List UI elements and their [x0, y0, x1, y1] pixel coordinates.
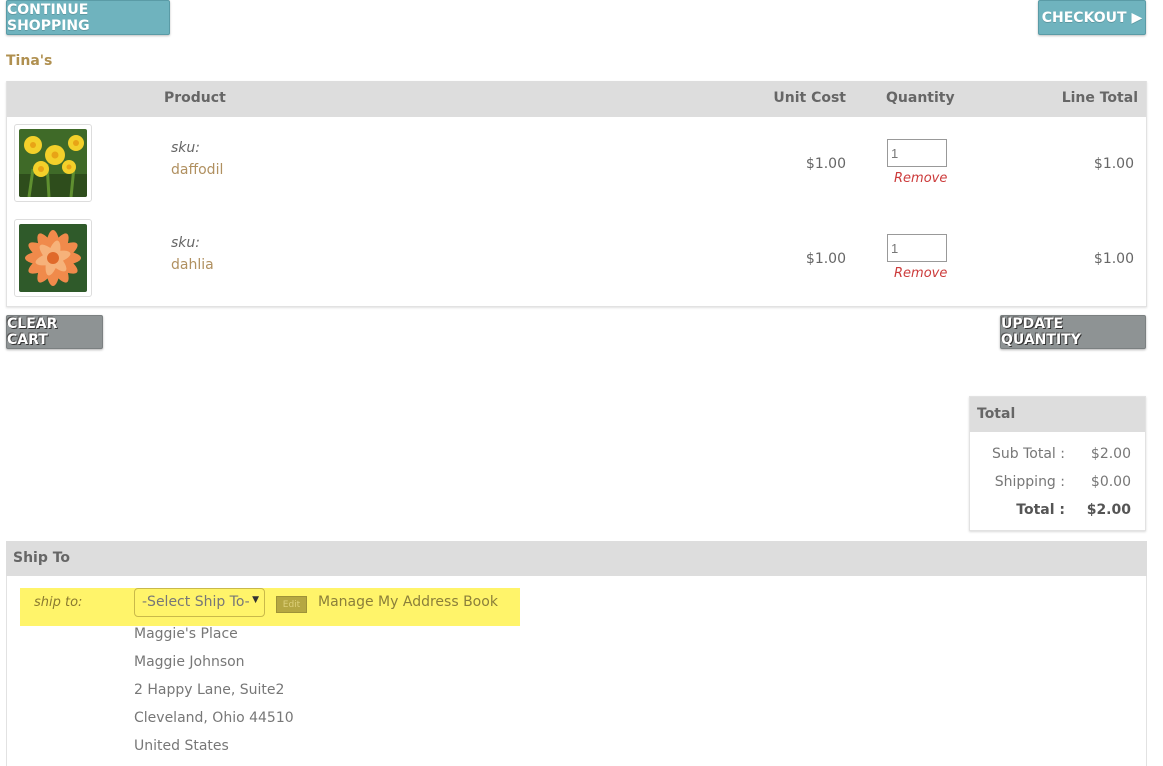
cart-row: sku: daffodil $1.00 Remove $1.00 — [7, 117, 1146, 212]
ship-to-label: ship to: — [34, 595, 83, 610]
header-product: Product — [164, 90, 226, 106]
edit-address-button[interactable]: Edit — [276, 596, 307, 613]
product-image-daffodil[interactable] — [14, 124, 92, 202]
cart-row: sku: dahlia $1.00 Remove $1.00 — [7, 212, 1146, 307]
product-image-dahlia[interactable] — [14, 219, 92, 297]
header-unit-cost: Unit Cost — [773, 90, 846, 106]
header-quantity: Quantity — [886, 90, 955, 106]
quantity-input-daffodil[interactable] — [887, 139, 947, 167]
subtotal-value: $2.00 — [1090, 446, 1131, 462]
remove-link-dahlia[interactable]: Remove — [894, 266, 947, 281]
quantity-input-dahlia[interactable] — [887, 234, 947, 262]
totals-title: Total — [970, 397, 1145, 432]
unit-cost: $1.00 — [805, 251, 846, 267]
address-line: Maggie Johnson — [134, 654, 245, 670]
continue-shopping-button[interactable]: CONTINUE SHOPPING — [6, 0, 170, 35]
ship-to-select[interactable]: -Select Ship To- ▼ — [134, 588, 265, 617]
daffodil-image — [19, 129, 87, 197]
sku-label: sku: — [171, 235, 200, 251]
manage-address-book-link[interactable]: Manage My Address Book — [318, 594, 498, 610]
line-total: $1.00 — [1093, 156, 1134, 172]
product-name-daffodil[interactable]: daffodil — [171, 162, 223, 178]
header-line-total: Line Total — [1061, 90, 1138, 106]
update-quantity-button[interactable]: UPDATE QUANTITY — [1000, 315, 1146, 349]
line-total: $1.00 — [1093, 251, 1134, 267]
product-name-dahlia[interactable]: dahlia — [171, 257, 214, 273]
shipping-label: Shipping : — [994, 474, 1065, 490]
checkout-button[interactable]: CHECKOUT ▶ — [1038, 0, 1146, 35]
remove-link-daffodil[interactable]: Remove — [894, 171, 947, 186]
total-label: Total : — [1016, 502, 1065, 518]
cart-table: Product Unit Cost Quantity Line Total sk… — [6, 81, 1147, 307]
cart-table-header: Product Unit Cost Quantity Line Total — [7, 81, 1146, 117]
ship-to-select-value: -Select Ship To- — [142, 594, 250, 610]
clear-cart-button[interactable]: CLEAR CART — [6, 315, 103, 349]
shipping-value: $0.00 — [1090, 474, 1131, 490]
address-line: Maggie's Place — [134, 626, 238, 642]
chevron-down-icon: ▼ — [252, 595, 259, 605]
store-name: Tina's — [6, 53, 53, 69]
totals-panel: Total Sub Total : $2.00 Shipping : $0.00… — [969, 396, 1146, 531]
subtotal-label: Sub Total : — [992, 446, 1065, 462]
address-line: United States — [134, 738, 229, 754]
dahlia-image — [19, 224, 87, 292]
address-line: 2 Happy Lane, Suite2 — [134, 682, 285, 698]
total-value: $2.00 — [1086, 502, 1131, 518]
address-line: Cleveland, Ohio 44510 — [134, 710, 294, 726]
unit-cost: $1.00 — [805, 156, 846, 172]
sku-label: sku: — [171, 140, 200, 156]
ship-to-header: Ship To — [6, 541, 1147, 576]
